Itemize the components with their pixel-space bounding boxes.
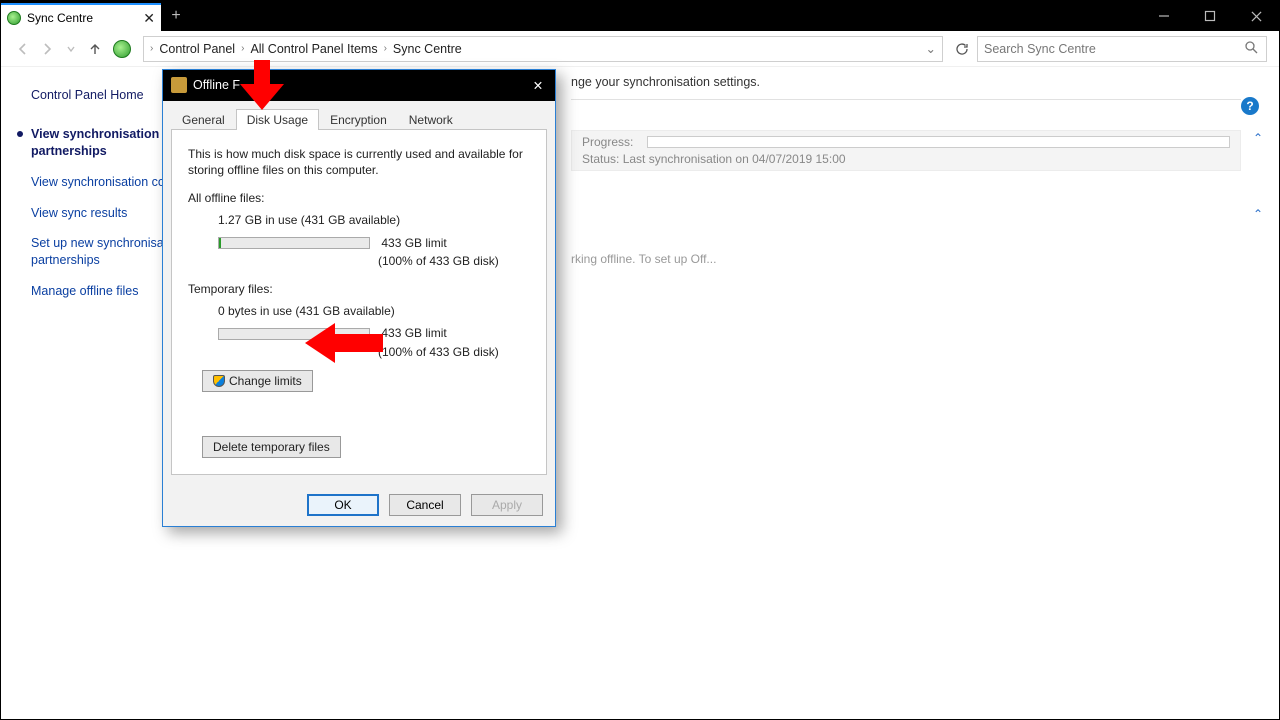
status-label: Status: (582, 152, 619, 166)
chevron-right-icon: › (241, 43, 244, 54)
dialog-body: This is how much disk space is currently… (171, 129, 547, 475)
change-limits-button[interactable]: Change limits (202, 370, 313, 392)
forward-button[interactable] (37, 39, 57, 59)
all-files-progress-bar (218, 237, 370, 249)
new-tab-button[interactable]: + (161, 1, 191, 31)
sync-status-row: Progress: Status: Last synchronisation o… (571, 130, 1241, 171)
sync-icon (7, 11, 21, 25)
tab-network[interactable]: Network (398, 109, 464, 130)
chevron-right-icon: › (384, 43, 387, 54)
progress-bar (647, 136, 1230, 148)
collapse-section-icon[interactable]: ⌃ (1253, 207, 1263, 221)
delete-temp-button[interactable]: Delete temporary files (202, 436, 341, 458)
minimize-button[interactable] (1141, 1, 1187, 31)
offline-files-dialog: Offline F ✕ General Disk Usage Encryptio… (162, 69, 556, 527)
folder-icon (171, 77, 187, 93)
offline-hint-text: rking offline. To set up Off... (571, 252, 716, 719)
refresh-button[interactable] (951, 42, 973, 56)
dialog-title: Offline F (193, 78, 240, 92)
all-files-limit-text: 433 GB limit (381, 235, 446, 251)
tab-close-icon[interactable]: ✕ (143, 10, 155, 27)
apply-button[interactable]: Apply (471, 494, 543, 516)
explorer-toolbar: › Control Panel › All Control Panel Item… (1, 31, 1279, 67)
temp-files-label: Temporary files: (188, 281, 530, 297)
all-offline-files-label: All offline files: (188, 190, 530, 206)
crumb-sync-centre[interactable]: Sync Centre (391, 42, 464, 56)
tab-title: Sync Centre (27, 11, 93, 25)
search-input[interactable]: Search Sync Centre (977, 36, 1267, 62)
temp-files-usage-text: 0 bytes in use (431 GB available) (218, 303, 530, 319)
breadcrumb[interactable]: › Control Panel › All Control Panel Item… (143, 36, 943, 62)
annotation-arrow-left (305, 323, 383, 363)
maximize-button[interactable] (1187, 1, 1233, 31)
close-window-button[interactable] (1233, 1, 1279, 31)
up-button[interactable] (85, 39, 105, 59)
annotation-arrow-down (240, 60, 284, 112)
location-icon (113, 40, 131, 58)
help-icon[interactable]: ? (1241, 97, 1259, 115)
dialog-intro-text: This is how much disk space is currently… (188, 146, 530, 178)
temp-files-limit-text: 433 GB limit (381, 325, 446, 341)
recent-dropdown[interactable] (61, 39, 81, 59)
window-tab[interactable]: Sync Centre ✕ (1, 3, 161, 31)
progress-label: Progress: (582, 135, 633, 149)
tab-general[interactable]: General (171, 109, 236, 130)
search-placeholder: Search Sync Centre (984, 42, 1096, 56)
chevron-right-icon: › (150, 43, 153, 54)
dialog-tabs: General Disk Usage Encryption Network (163, 101, 555, 130)
tab-encryption[interactable]: Encryption (319, 109, 398, 130)
all-files-percent-text: (100% of 433 GB disk) (378, 253, 530, 269)
search-icon (1245, 41, 1258, 57)
all-files-usage-text: 1.27 GB in use (431 GB available) (218, 212, 530, 228)
crumb-all-items[interactable]: All Control Panel Items (248, 42, 379, 56)
crumb-control-panel[interactable]: Control Panel (157, 42, 237, 56)
dialog-titlebar[interactable]: Offline F ✕ (163, 70, 555, 101)
shield-icon (213, 375, 225, 387)
collapse-section-icon[interactable]: ⌃ (1253, 131, 1263, 145)
dialog-close-icon[interactable]: ✕ (529, 78, 547, 93)
breadcrumb-dropdown-icon[interactable]: ⌄ (926, 41, 936, 56)
back-button[interactable] (13, 39, 33, 59)
temp-files-percent-text: (100% of 433 GB disk) (378, 344, 530, 360)
ok-button[interactable]: OK (307, 494, 379, 516)
dialog-footer: OK Cancel Apply (163, 483, 555, 526)
status-text: Last synchronisation on 04/07/2019 15:00 (623, 152, 846, 166)
cancel-button[interactable]: Cancel (389, 494, 461, 516)
title-tabstrip: Sync Centre ✕ + (1, 1, 1279, 31)
